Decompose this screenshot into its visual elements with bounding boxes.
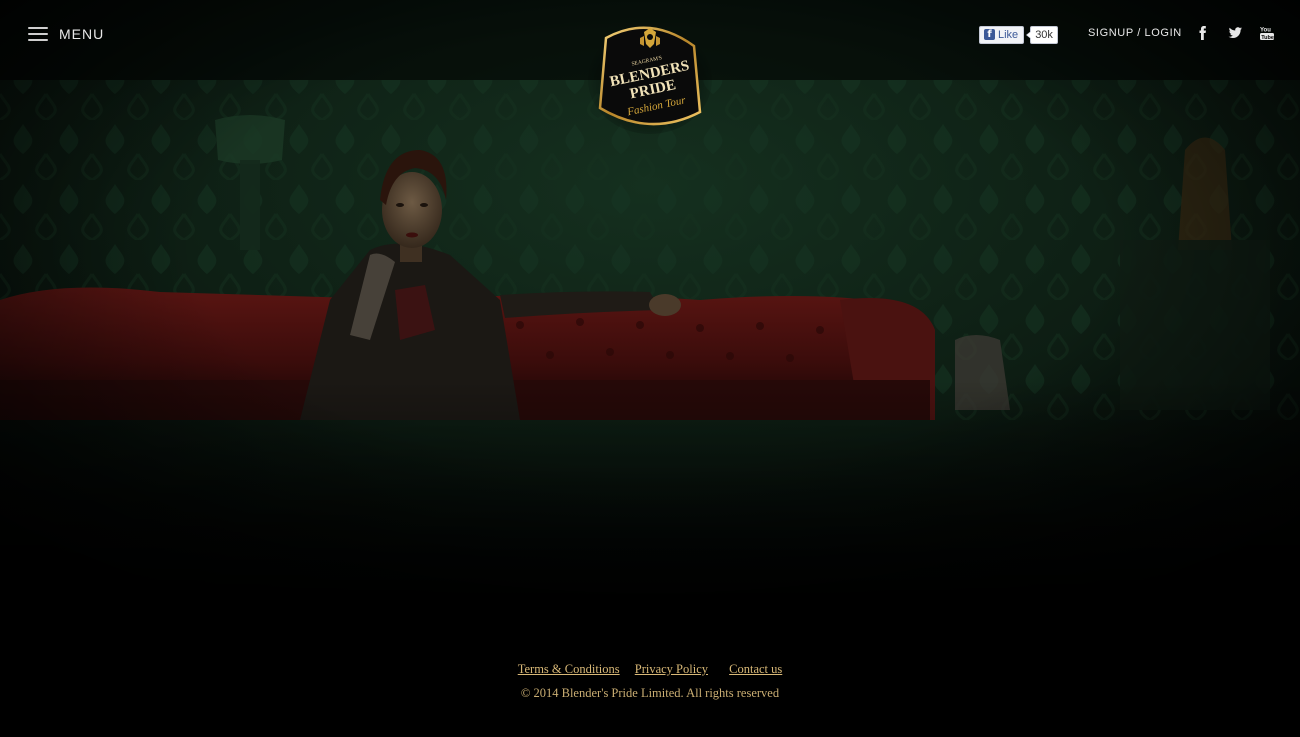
twitter-icon[interactable] <box>1227 25 1243 41</box>
facebook-like-widget[interactable]: f Like 30k <box>979 25 1058 44</box>
svg-text:You: You <box>1260 28 1271 34</box>
menu-button[interactable]: MENU <box>28 22 104 46</box>
signup-link[interactable]: SIGNUP <box>1088 27 1134 39</box>
menu-label: MENU <box>59 26 105 42</box>
facebook-mini-icon: f <box>984 29 995 40</box>
login-link[interactable]: LOGIN <box>1145 27 1182 39</box>
copyright-text: © 2014 Blender's Pride Limited. All righ… <box>520 686 780 700</box>
blenders-pride-logo[interactable]: SEAGRAM'S BLENDERS PRIDE Fashion Tour <box>588 16 712 134</box>
hamburger-icon <box>28 27 48 41</box>
facebook-like-label: Like <box>998 28 1019 41</box>
contact-link[interactable]: Contact us <box>729 662 782 676</box>
auth-separator: / <box>1137 27 1141 39</box>
auth-links: SIGNUP / LOGIN <box>1088 27 1182 39</box>
svg-text:Tube: Tube <box>1261 35 1274 41</box>
facebook-like-button[interactable]: f Like <box>979 25 1025 44</box>
page: MENU SEAGRAM'S BLENDERS PRIDE Fashion To… <box>0 0 1300 737</box>
facebook-like-count: 30k <box>1026 25 1058 44</box>
youtube-icon[interactable]: You Tube <box>1259 25 1275 41</box>
footer-links: Terms & Conditions Privacy Policy Contac… <box>0 662 1300 677</box>
facebook-icon[interactable] <box>1195 25 1211 41</box>
privacy-link[interactable]: Privacy Policy <box>635 662 708 676</box>
terms-link[interactable]: Terms & Conditions <box>518 662 620 676</box>
